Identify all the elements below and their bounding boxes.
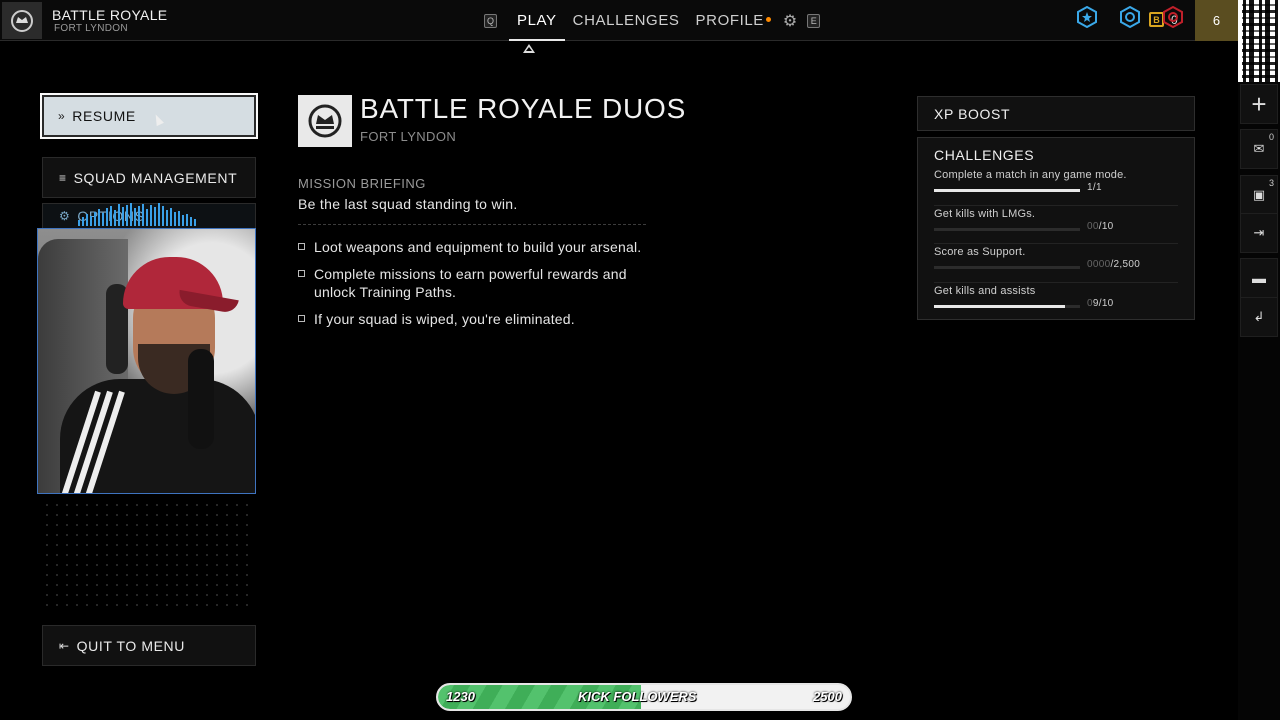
challenge-progress: 09/10: [1087, 297, 1114, 309]
challenge-row[interactable]: Complete a match in any game mode. 1/1: [934, 167, 1178, 206]
settings-gear-icon[interactable]: ⚙: [783, 11, 797, 31]
mode-crest-icon: [2, 2, 42, 39]
challenge-name: Complete a match in any game mode.: [934, 169, 1127, 181]
challenge-row[interactable]: Get kills with LMGs. 00/10: [934, 206, 1178, 244]
notification-dot: [765, 17, 771, 22]
challenge-progress-bar: [934, 266, 1080, 269]
tab-play[interactable]: PLAY: [509, 0, 565, 41]
challenge-progress-bar: [934, 227, 1080, 231]
challenge-progress-bar: [934, 304, 1080, 308]
exit-arrow-icon: ⇤: [59, 638, 70, 653]
mode-subtitle: FORT LYNDON: [54, 23, 128, 34]
follower-current: 1230: [446, 689, 475, 704]
quit-label: QUIT TO MENU: [76, 637, 185, 654]
squad-management-button[interactable]: ≡ SQUAD MANAGEMENT: [42, 157, 256, 198]
quit-to-menu-button[interactable]: ⇤ QUIT TO MENU: [42, 625, 256, 666]
xp-boost-panel[interactable]: XP BOOST: [917, 96, 1195, 131]
mission-title: BATTLE ROYALE DUOS: [360, 93, 687, 124]
challenge-name: Get kills with LMGs.: [934, 207, 1036, 220]
resume-button[interactable]: » RESUME: [40, 93, 258, 139]
briefing-list: Loot weapons and equipment to build your…: [298, 238, 648, 337]
challenge-progress: 1/1: [1087, 182, 1102, 193]
list-item: If your squad is wiped, you're eliminate…: [298, 310, 648, 328]
qr-code: [1238, 0, 1280, 82]
decorative-dot-grid: [42, 500, 256, 610]
list-item: Complete missions to earn powerful rewar…: [298, 265, 648, 301]
red-badge-icon: [1162, 6, 1184, 28]
mission-subtitle: FORT LYNDON: [360, 129, 457, 144]
chevrons-right-icon: »: [58, 109, 66, 123]
squad-label: SQUAD MANAGEMENT: [73, 169, 238, 186]
list-item: Loot weapons and equipment to build your…: [298, 238, 648, 256]
challenge-row[interactable]: Get kills and assists 09/10: [934, 283, 1178, 322]
challenge-progress: 0000/2,500: [1087, 259, 1141, 270]
briefing-text: Be the last squad standing to win.: [298, 196, 518, 212]
challenge-progress: 00/10: [1087, 220, 1114, 232]
plus-icon[interactable]: +: [1240, 84, 1278, 124]
active-tab-indicator-icon: [523, 44, 535, 53]
challenge-row[interactable]: Score as Support. 0000/2,500: [934, 244, 1178, 283]
audio-visualizer: [78, 202, 196, 226]
follower-label: KICK FOLLOWERS: [578, 689, 697, 704]
mail-icon[interactable]: ✉ 0: [1240, 129, 1278, 169]
tab-challenges[interactable]: CHALLENGES: [565, 0, 688, 41]
xp-boost-label: XP BOOST: [934, 105, 1011, 122]
follower-goal-bar: 1230 KICK FOLLOWERS 2500: [436, 683, 852, 711]
player-level: 6: [1212, 13, 1221, 28]
challenge-name: Score as Support.: [934, 246, 1026, 258]
mail-count: 0: [1268, 132, 1274, 142]
challenges-heading: CHALLENGES: [934, 147, 1035, 163]
options-gear-icon: ⚙: [59, 209, 71, 223]
resume-label: RESUME: [72, 108, 136, 124]
challenge-name: Get kills and assists: [934, 284, 1036, 297]
briefing-heading: MISSION BRIEFING: [298, 176, 426, 191]
challenge-progress-bar: [934, 189, 1080, 192]
chat-icon[interactable]: ▬: [1240, 258, 1278, 298]
follower-goal: 2500: [813, 689, 842, 704]
gear-badge-icon: [1119, 6, 1141, 28]
key-e-hint: E: [807, 13, 821, 28]
ticket-icon[interactable]: ⇥: [1240, 213, 1278, 253]
gift-count: 3: [1268, 178, 1274, 188]
key-q-hint: Q: [484, 13, 497, 28]
tab-profile-label: PROFILE: [695, 12, 764, 29]
gift-icon[interactable]: ▣ 3: [1240, 175, 1278, 215]
webcam-overlay: [37, 228, 256, 494]
player-level-badge[interactable]: 6: [1195, 0, 1238, 41]
mode-title: BATTLE ROYALE: [52, 7, 168, 23]
main-nav: Q PLAY CHALLENGES PROFILE ⚙ E: [484, 0, 821, 41]
tab-profile[interactable]: PROFILE: [688, 0, 779, 41]
challenges-panel: CHALLENGES Complete a match in any game …: [917, 137, 1195, 320]
menu-lines-icon: ≡: [59, 170, 67, 185]
divider: [298, 224, 646, 225]
exit-icon[interactable]: ↲: [1240, 297, 1278, 337]
top-bar: BATTLE ROYALE FORT LYNDON Q PLAY CHALLEN…: [0, 0, 1238, 41]
mode-crown-icon: [298, 95, 352, 147]
star-badge-icon: [1076, 6, 1098, 28]
